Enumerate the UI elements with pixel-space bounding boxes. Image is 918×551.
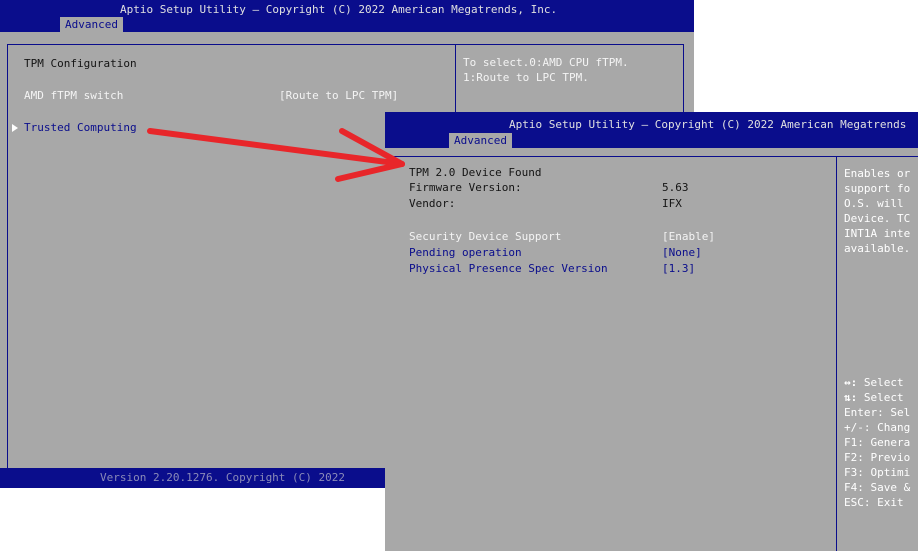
- arrow-head-lower: [335, 161, 405, 182]
- red-arrow-annotation: [147, 128, 405, 182]
- arrow-shaft: [147, 128, 405, 167]
- red-arrow-icon: [147, 128, 405, 182]
